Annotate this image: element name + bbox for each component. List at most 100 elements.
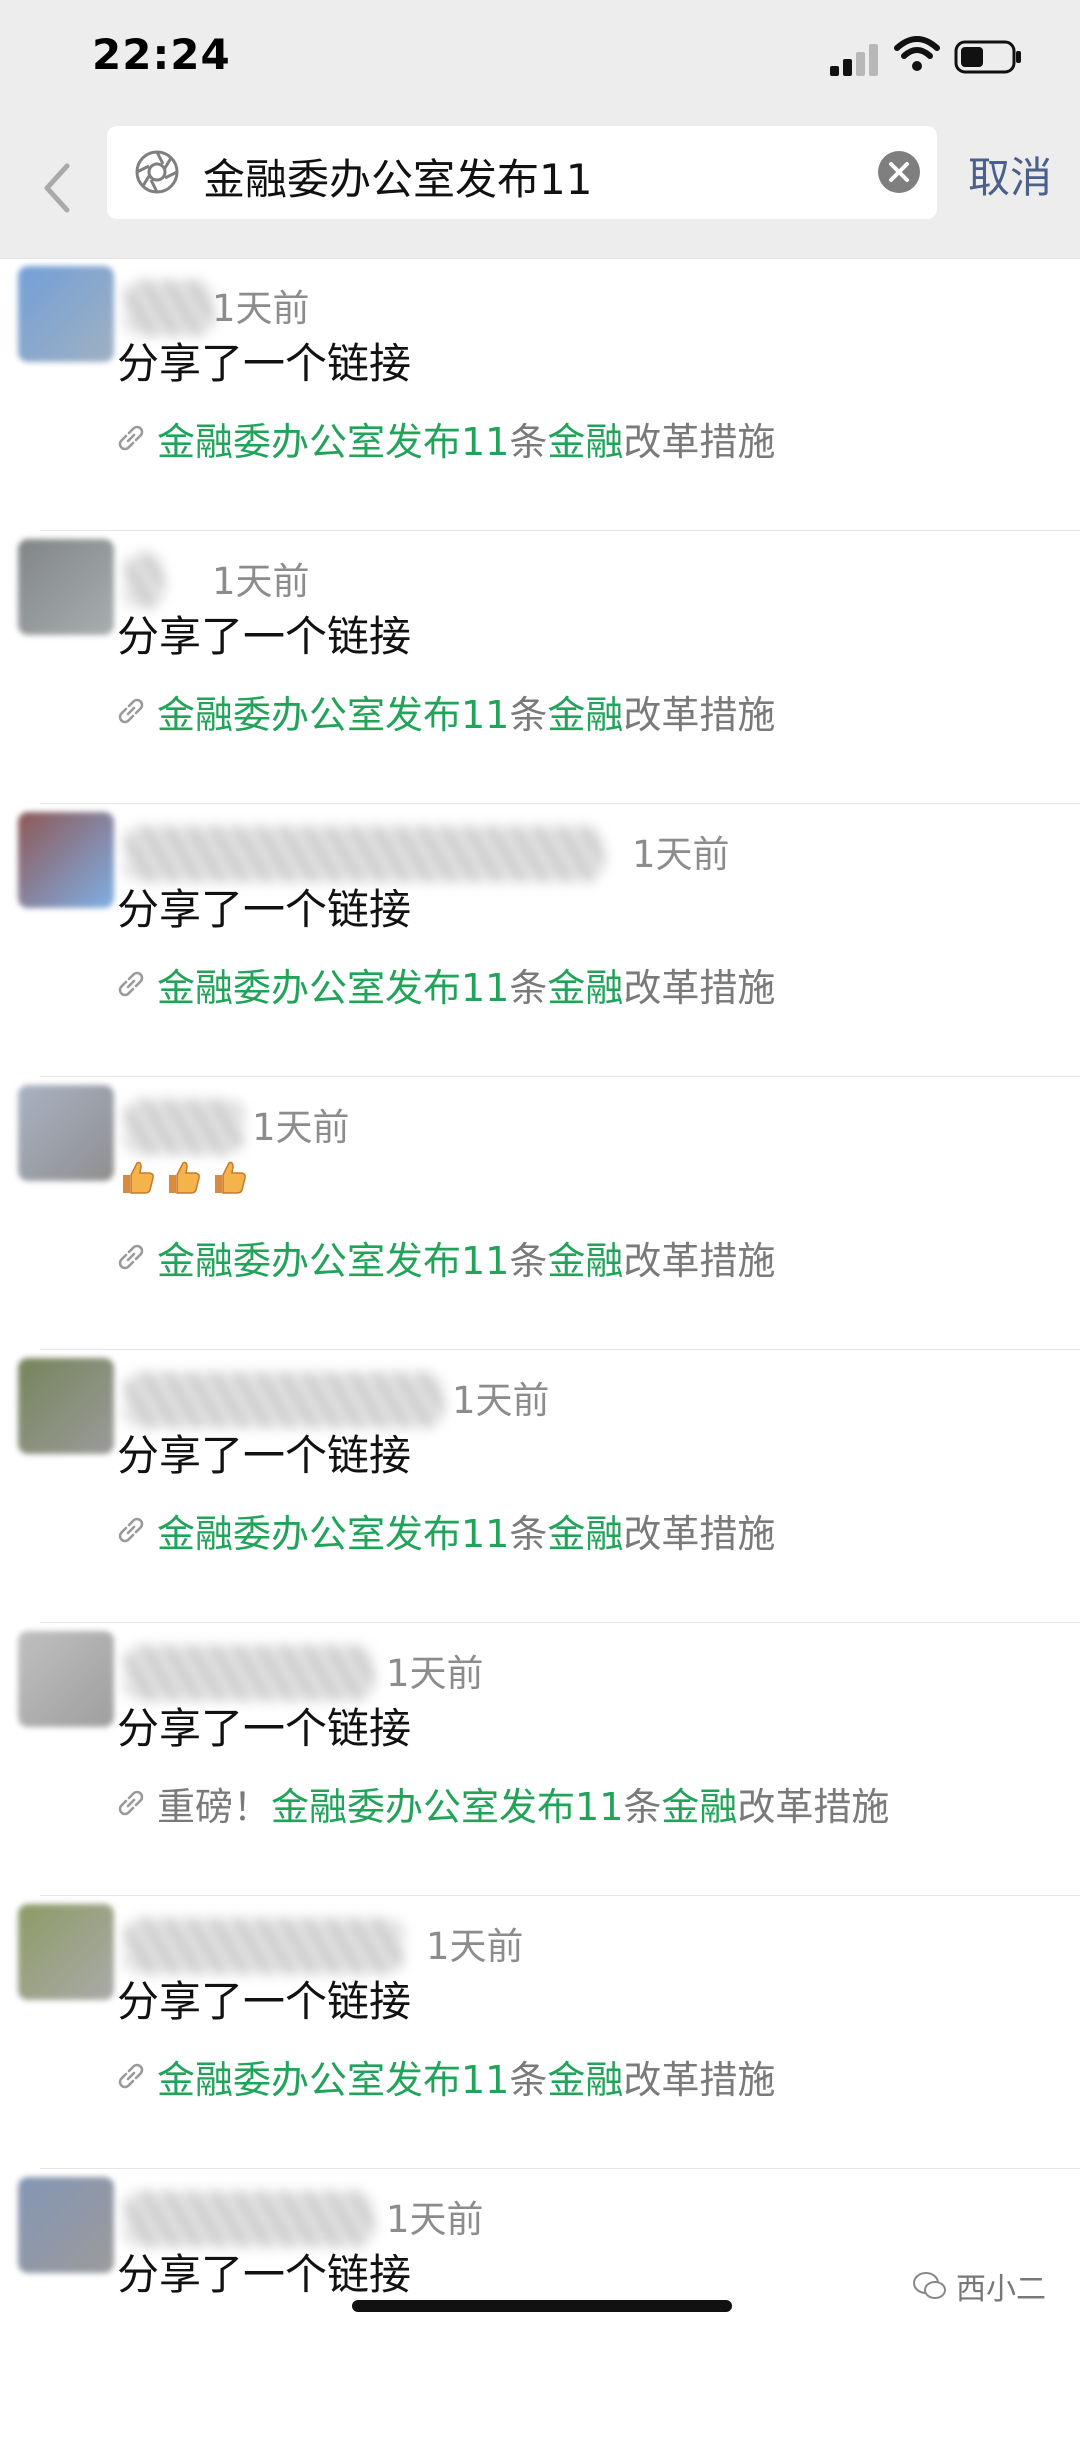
link-title-highlight: 金融 [661,1784,738,1829]
post-text: 分享了一个链接 [117,612,412,661]
avatar[interactable] [18,539,114,635]
moments-aperture-icon [135,150,179,194]
status-time: 22:24 [92,30,231,79]
post-emojis [117,1157,249,1206]
link-title-text: 重磅！ [157,1784,272,1829]
post-time: 1天前 [212,287,310,330]
nickname-obscured [124,1099,244,1155]
thumbs-up-icon [163,1157,203,1206]
post-time: 1天前 [386,2198,484,2241]
avatar[interactable] [18,2177,114,2273]
post-time: 1天前 [632,833,730,876]
link-title-highlight: 金融委办公室发布11 [157,1238,510,1283]
post-text: 分享了一个链接 [117,1704,412,1753]
moment-result-item[interactable]: 1天前 分享了一个链接金融委办公室发布11 条金融 改革措施 [0,1896,1080,2169]
search-header: 金融委办公室发布11 取消 [0,118,1080,259]
link-title-highlight: 金融 [547,1238,624,1283]
link-title-highlight: 金融委办公室发布11 [157,965,510,1010]
nickname-obscured [124,280,214,336]
nickname-obscured [124,2191,374,2247]
watermark-text: 西小二 [956,2272,1046,2307]
moment-result-item[interactable]: 1天前分享了一个链接金融委办公室发布11 条金融 改革措施 [0,531,1080,804]
link-icon [113,1785,149,1821]
shared-link[interactable]: 重磅！ 金融委办公室发布11 条金融 改革措施 [113,1775,889,1831]
shared-link[interactable]: 金融委办公室发布11 条金融 改革措施 [113,1229,775,1285]
shared-link[interactable]: 金融委办公室发布11 条金融 改革措施 [113,2048,775,2104]
shared-link[interactable]: 金融委办公室发布11 条金融 改革措施 [113,956,775,1012]
link-title-highlight: 金融委办公室发布11 [157,419,510,464]
post-time: 1天前 [452,1379,550,1422]
link-title-text: 条 [509,965,548,1010]
link-title-highlight: 金融 [547,419,624,464]
link-title-text: 改革措施 [623,2057,776,2102]
battery-icon [954,40,1021,74]
shared-link[interactable]: 金融委办公室发布11 条金融 改革措施 [113,410,775,466]
wechat-logo-icon [913,2272,946,2299]
link-title-text: 条 [509,1238,548,1283]
moment-result-item[interactable]: 1天前金融委办公室发布11 条金融 改革措施 [0,1077,1080,1350]
clear-search-icon[interactable] [877,150,921,194]
watermark: 西小二 [912,2264,1046,2308]
link-title-highlight: 金融 [547,2057,624,2102]
link-title-text: 条 [509,1511,548,1556]
link-icon [113,1239,149,1275]
link-title-highlight: 金融 [547,965,624,1010]
link-title-text: 改革措施 [623,1511,776,1556]
post-time: 1天前 [252,1106,350,1149]
post-text: 分享了一个链接 [117,339,412,388]
link-title-text: 改革措施 [623,965,776,1010]
nickname-obscured [124,1645,374,1701]
cancel-button[interactable]: 取消 [968,144,1052,205]
cellular-signal-icon [830,44,878,76]
link-icon [113,693,149,729]
link-title-highlight: 金融委办公室发布11 [157,1511,510,1556]
post-time: 1天前 [426,1925,524,1968]
home-indicator [352,2300,732,2312]
post-time: 1天前 [212,560,310,603]
moment-result-item[interactable]: 1天前分享了一个链接金融委办公室发布11 条金融 改革措施 [0,258,1080,531]
post-time: 1天前 [386,1652,484,1695]
avatar[interactable] [18,1631,114,1727]
nickname-obscured [124,826,604,882]
avatar[interactable] [18,266,114,362]
link-title-text: 改革措施 [623,692,776,737]
avatar[interactable] [18,812,114,908]
search-query: 金融委办公室发布11 [203,155,593,204]
link-title-highlight: 金融委办公室发布11 [157,2057,510,2102]
moment-result-item[interactable]: 1天前 分享了一个链接金融委办公室发布11 条金融 改革措施 [0,1350,1080,1623]
link-title-highlight: 金融委办公室发布11 [157,692,510,737]
link-icon [113,420,149,456]
link-title-text: 改革措施 [623,419,776,464]
post-text: 分享了一个链接 [117,885,412,934]
thumbs-up-icon [117,1157,157,1206]
link-icon [113,966,149,1002]
shared-link[interactable]: 金融委办公室发布11 条金融 改革措施 [113,683,775,739]
avatar[interactable] [18,1904,114,2000]
link-icon [113,1512,149,1548]
back-button[interactable] [34,152,78,224]
link-title-text: 条 [509,419,548,464]
moment-result-item[interactable]: 1天前分享了一个链接重磅！ 金融委办公室发布11 条金融 改革措施 [0,1623,1080,1896]
shared-link[interactable]: 金融委办公室发布11 条金融 改革措施 [113,1502,775,1558]
search-input[interactable]: 金融委办公室发布11 [107,126,937,219]
link-title-text: 条 [509,2057,548,2102]
nickname-obscured [124,553,164,609]
nickname-obscured [124,1372,444,1428]
post-text: 分享了一个链接 [117,2250,412,2299]
status-bar: 22:24 [0,0,1080,118]
link-title-highlight: 金融委办公室发布11 [271,1784,624,1829]
moment-result-item[interactable]: 1天前分享了一个链接金融委办公室发布11 条金融 改革措施 [0,804,1080,1077]
post-text: 分享了一个链接 [117,1431,412,1480]
link-title-text: 改革措施 [623,1238,776,1283]
nickname-obscured [124,1918,404,1974]
link-title-text: 条 [509,692,548,737]
link-title-highlight: 金融 [547,692,624,737]
wifi-icon [894,36,940,71]
link-title-text: 条 [623,1784,662,1829]
avatar[interactable] [18,1358,114,1454]
thumbs-up-icon [209,1157,249,1206]
chevron-left-icon [44,163,70,213]
post-text: 分享了一个链接 [117,1977,412,2026]
avatar[interactable] [18,1085,114,1181]
link-title-text: 改革措施 [737,1784,890,1829]
